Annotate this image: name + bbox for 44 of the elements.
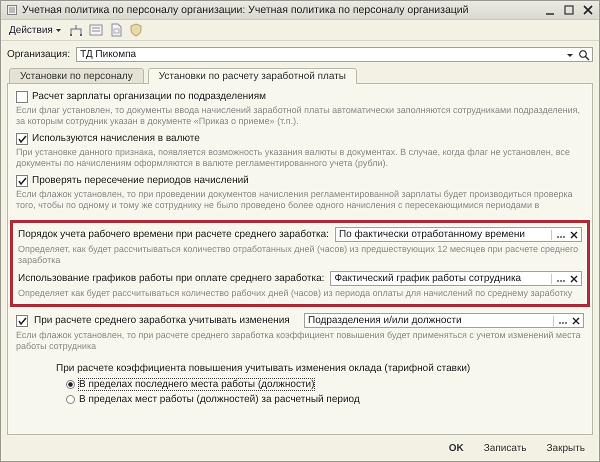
dialog-button[interactable]: Закрыть (540, 439, 591, 457)
hierarchy-icon[interactable] (68, 23, 83, 37)
checkbox-label: При расчете среднего заработка учитывать изменения (34, 315, 290, 326)
checkbox[interactable] (16, 90, 28, 102)
select-field[interactable]: По фактически отработанному времени (334, 227, 582, 242)
clear-icon[interactable] (569, 230, 579, 240)
dialog-button[interactable]: OK (442, 439, 470, 457)
tab[interactable]: Установки по персоналу (9, 68, 144, 84)
checkbox[interactable] (16, 174, 28, 186)
checkbox-label: Расчет зарплаты организации по подразделениям (32, 91, 266, 102)
select-field[interactable]: Подразделения и/или должности (304, 313, 584, 328)
group-label: При расчете коэффициента повышения учитывать изменения оклада (тарифной ставки) (56, 363, 472, 374)
checkbox[interactable] (16, 132, 28, 144)
checkbox-label: Используются начисления в валюте (32, 133, 200, 144)
list-icon[interactable] (88, 23, 103, 37)
radio-label: В пределах мест работы (должностей) за расчетный период (79, 394, 360, 405)
checkbox-label: Проверять пересечение периодов начислений (32, 175, 249, 186)
actions-menu[interactable]: Действия (7, 24, 63, 36)
field-label: Использование графиков работы при оплате среднего заработка: (18, 273, 324, 284)
dialog-button[interactable]: Записать (478, 439, 532, 457)
radio-label: В пределах последнего места работы (должности) (79, 379, 314, 390)
document-icon[interactable] (108, 23, 123, 37)
hint-text: При установке данного признака, появляется возможность указания валюты в документах. В случае, когда флаг не установлен, все документы по начислениям оформляются в валюте регламентированного учета (рубли). (16, 147, 571, 169)
form-icon[interactable] (7, 5, 17, 15)
clear-icon[interactable] (571, 316, 581, 326)
radio-button[interactable] (66, 380, 75, 389)
select-field[interactable]: Фактический график работы сотрудника (330, 271, 582, 286)
organization-field[interactable]: ТД Пикомпа (76, 47, 593, 62)
close-icon[interactable] (583, 5, 593, 15)
hint-text: Если флаг установлен, то документы ввода начислений заработной платы автоматически заполняются сотрудниками подразделения, за которым сотрудник указан в документе «Приказ о приеме» (т.п.). (16, 105, 582, 127)
checkbox[interactable] (16, 314, 28, 326)
caret-icon[interactable] (56, 28, 61, 32)
tab[interactable]: Установки по расчету заработной платы (148, 68, 357, 84)
maximize-icon[interactable] (564, 5, 574, 15)
hint-text: Если флажок установлен, то при расчете среднего заработка коэффициент повышения будет применяться с учетом изменений места работы сотрудника (16, 330, 582, 352)
hint-text: Если флажок установлен, то при проведении документов начисления регламентированной зарплаты будет производиться проверка того, чтобы по одному и тому же сотруднику не было проведено более одного начисления с пересекающимися периодами в (16, 189, 574, 211)
field-label: Порядок учета рабочего времени при расчете среднего заработка: (18, 229, 329, 240)
radio-button[interactable] (66, 395, 75, 404)
window-title: Учетная политика по персоналу организации: Учетная политика по персоналу организаций (22, 4, 470, 16)
field-label: Организация: (7, 49, 70, 60)
clear-icon[interactable] (569, 274, 579, 284)
search-icon[interactable] (578, 48, 590, 60)
hint-text: Определяет как будет рассчитываться количество рабочих дней (часов) из периода оплаты для начислений по среднему заработку (18, 288, 574, 299)
hint-text: Определяет, как будет рассчитываться количество отработанных дней (часов) из предшествующих 12 месяцев при расчете среднего заработка (18, 244, 580, 266)
